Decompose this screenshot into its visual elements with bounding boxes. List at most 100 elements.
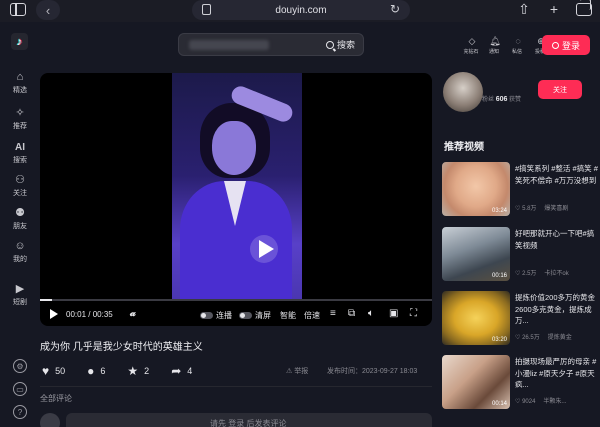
settings-icon[interactable]: ⚙ bbox=[13, 359, 27, 373]
smart-button[interactable]: 智能 bbox=[280, 310, 296, 321]
autoplay-toggle[interactable]: 连播 bbox=[200, 310, 232, 321]
picture-in-picture-icon[interactable]: ⧉ bbox=[348, 308, 355, 319]
clear-screen-toggle[interactable]: 清屏 bbox=[239, 310, 271, 321]
notification-button[interactable]: 🔔︎ 通知 bbox=[487, 36, 503, 55]
url-text: douyin.com bbox=[275, 4, 327, 16]
video-frame bbox=[172, 73, 302, 301]
watermark-logo: 𝓪 bbox=[130, 308, 136, 319]
video-meta: ♡ 9024 半颗朱... bbox=[515, 399, 567, 405]
comment-avatar bbox=[40, 413, 60, 427]
header-actions: ◇ 充钻石 🔔︎ 通知 ◌ 私信 ⊕ 投稿 bbox=[463, 36, 549, 55]
progress-fill bbox=[40, 299, 52, 301]
report-button[interactable]: ⚠ 举报 bbox=[286, 366, 308, 376]
follow-button[interactable]: 关注 bbox=[538, 80, 582, 99]
heart-icon: ♡ bbox=[515, 399, 521, 405]
message-icon: ◌ bbox=[515, 36, 521, 46]
page-icon bbox=[202, 4, 211, 15]
video-duration: 00:14 bbox=[491, 401, 507, 407]
nav-item-search[interactable]: AI 搜索 bbox=[0, 141, 40, 165]
heart-icon: ♡ bbox=[515, 335, 521, 341]
video-title: 好吧那就开心一下吧#搞笑视频 bbox=[515, 229, 595, 250]
new-tab-icon[interactable]: + bbox=[546, 1, 562, 18]
video-title: 提炼价值200多万的黄金 2600多克黄金，提炼成万... bbox=[515, 293, 596, 325]
browser-toolbar: ‹ douyin.com ↻ ⇧ + bbox=[0, 0, 600, 22]
comments-header: 全部评论 bbox=[40, 394, 72, 403]
help-icon[interactable]: ? bbox=[13, 405, 27, 419]
bell-icon: 🔔︎ bbox=[489, 36, 501, 46]
recommended-video-card[interactable]: 00:16 好吧那就开心一下吧#搞笑视频 ♡ 2.5万 卡拉不ok bbox=[442, 227, 600, 289]
recommended-video-card[interactable]: 00:14 拍摄现场最严厉的母亲 #小漫liz #原天夕子 #原天疯... ♡ … bbox=[442, 355, 600, 417]
video-title: 拍摄现场最严厉的母亲 #小漫liz #原天夕子 #原天疯... bbox=[515, 357, 597, 389]
favorite-button[interactable]: ★ 2 bbox=[127, 364, 149, 378]
video-meta: ♡ 2.5万 卡拉不ok bbox=[515, 271, 569, 277]
play-icon[interactable] bbox=[50, 309, 58, 319]
share-arrow-icon: ➦ bbox=[171, 364, 182, 378]
recommended-video-card[interactable]: 03:20 提炼价值200多万的黄金 2600多克黄金，提炼成万... ♡ 26… bbox=[442, 291, 600, 353]
video-meta: ♡ 5.8万 爆笑喜剧 bbox=[515, 206, 569, 212]
device-icon[interactable]: ▭ bbox=[13, 382, 27, 396]
playlist-icon[interactable]: ≡ bbox=[330, 308, 336, 319]
reload-icon[interactable]: ↻ bbox=[390, 2, 400, 16]
volume-icon[interactable]: 🔈︎ bbox=[368, 308, 374, 319]
comment-icon: ● bbox=[87, 364, 95, 378]
heart-icon: ♥ bbox=[42, 364, 50, 378]
search-placeholder bbox=[189, 40, 269, 50]
tabs-icon[interactable] bbox=[576, 0, 592, 16]
like-button[interactable]: ♥ 50 bbox=[42, 364, 65, 378]
progress-bar[interactable] bbox=[40, 299, 432, 301]
divider bbox=[40, 386, 432, 387]
video-thumbnail: 03:20 bbox=[442, 291, 510, 345]
nav-item-recommend[interactable]: ✧ 推荐 bbox=[0, 107, 40, 131]
address-bar[interactable]: douyin.com ↻ bbox=[192, 0, 410, 20]
heart-icon: ♡ bbox=[515, 206, 521, 212]
user-icon bbox=[551, 41, 559, 49]
publish-time: 发布时间：2023-09-27 18:03 bbox=[327, 368, 418, 375]
comment-input[interactable]: 请先 登录 后发表评论 bbox=[66, 413, 432, 427]
video-title: #搞笑系列 #整活 #搞笑 #笑死不偿命 #万万没想到 bbox=[515, 164, 598, 185]
video-meta: ♡ 26.5万 提炼黄金 bbox=[515, 335, 572, 341]
share-button[interactable]: ➦ 4 bbox=[171, 364, 192, 378]
person-add-icon: ⚇ bbox=[15, 174, 25, 186]
recharge-button[interactable]: ◇ 充钻石 bbox=[463, 36, 480, 55]
web-fullscreen-icon[interactable]: ▣ bbox=[389, 308, 398, 319]
nav-item-featured[interactable]: ⌂ 精选 bbox=[0, 71, 40, 95]
video-thumbnail: 00:16 bbox=[442, 227, 510, 281]
profile-icon: ☺ bbox=[14, 240, 26, 252]
warning-icon: ⚠ bbox=[286, 368, 293, 375]
douyin-logo[interactable]: ♪ bbox=[11, 33, 28, 50]
current-time: 00:01 bbox=[66, 310, 87, 319]
recommended-heading: 推荐视频 bbox=[444, 142, 484, 153]
search-icon bbox=[325, 40, 334, 49]
drama-icon: ▶ bbox=[15, 283, 25, 295]
search-button[interactable]: 搜索 bbox=[325, 38, 355, 51]
speed-button[interactable]: 倍速 bbox=[304, 310, 320, 321]
message-button[interactable]: ◌ 私信 bbox=[510, 36, 526, 55]
home-icon: ⌂ bbox=[16, 71, 24, 83]
nav-item-profile[interactable]: ☺ 我的 bbox=[0, 240, 40, 264]
video-duration: 03:24 bbox=[491, 208, 507, 214]
recommended-video-card[interactable]: 03:24 #搞笑系列 #整活 #搞笑 #笑死不偿命 #万万没想到 ♡ 5.8万… bbox=[442, 162, 600, 224]
search-input[interactable]: 搜索 bbox=[178, 33, 364, 56]
nav-item-friends[interactable]: ⚉ 朋友 bbox=[0, 207, 40, 231]
diamond-icon: ◇ bbox=[468, 36, 476, 46]
author-stats: 粉丝 606 获赞 bbox=[482, 96, 522, 103]
clear-screen-switch bbox=[239, 312, 252, 319]
heart-icon: ♡ bbox=[515, 271, 521, 277]
video-player[interactable]: 00:01 / 00:35 𝓪 连播 清屏 智能 倍速 ≡ ⧉ 🔈︎ ▣ ⛶ bbox=[40, 73, 432, 326]
fullscreen-icon[interactable]: ⛶ bbox=[410, 308, 417, 319]
login-button[interactable]: 登录 bbox=[542, 35, 590, 55]
back-button[interactable]: ‹ bbox=[36, 0, 60, 20]
autoplay-switch bbox=[200, 312, 213, 319]
author-avatar[interactable] bbox=[443, 72, 483, 112]
nav-item-drama[interactable]: ▶ 短剧 bbox=[0, 283, 40, 307]
video-figure-face bbox=[212, 121, 256, 175]
time-display: 00:01 / 00:35 bbox=[66, 310, 113, 319]
nav-item-following[interactable]: ⚇ 关注 bbox=[0, 174, 40, 198]
comment-button[interactable]: ● 6 bbox=[87, 364, 105, 378]
star-icon: ★ bbox=[127, 364, 139, 378]
video-duration: 00:16 bbox=[491, 273, 507, 279]
sidebar-toggle-icon[interactable] bbox=[10, 3, 26, 16]
share-icon[interactable]: ⇧ bbox=[516, 1, 532, 18]
video-thumbnail: 00:14 bbox=[442, 355, 510, 409]
friends-icon: ⚉ bbox=[15, 207, 25, 219]
